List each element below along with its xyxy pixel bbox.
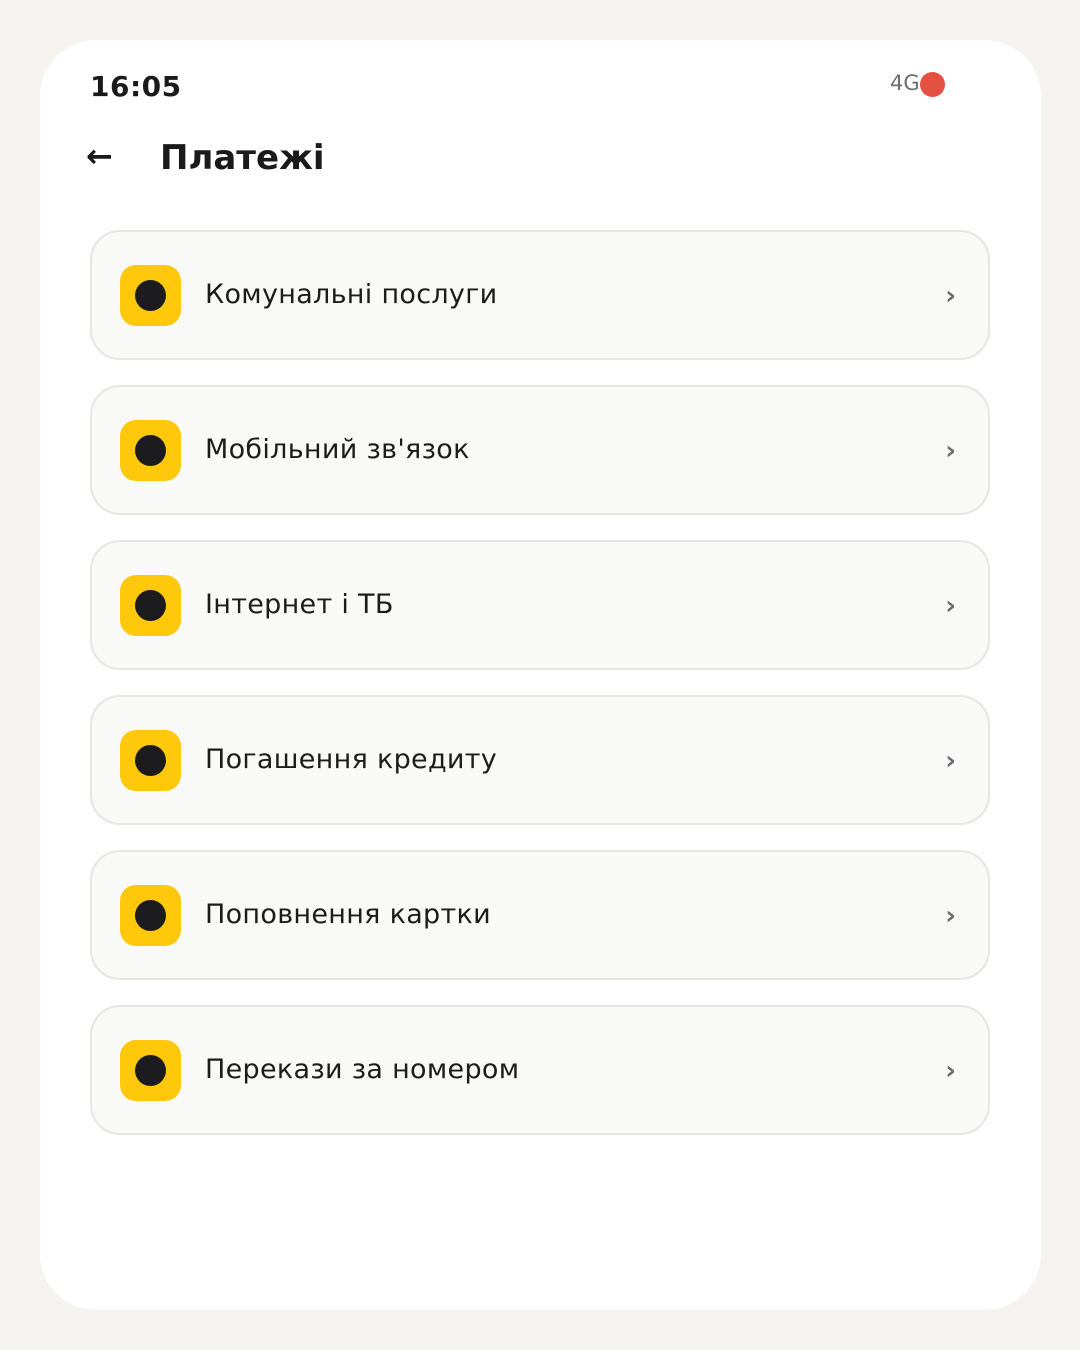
- payment-label: Комунальні послуги: [205, 279, 498, 310]
- network-indicator: 4G: [890, 71, 920, 95]
- circle-icon: [135, 590, 166, 621]
- payment-label: Перекази за номером: [205, 1054, 520, 1085]
- phone-screen: 16:05 4G ← Платежі Комунальні послуги › …: [40, 40, 1041, 1310]
- payment-item-mobile[interactable]: Мобільний зв'язок ›: [90, 385, 990, 515]
- payment-icon: [120, 575, 181, 636]
- payment-item-card-topup[interactable]: Поповнення картки ›: [90, 850, 990, 980]
- circle-icon: [135, 280, 166, 311]
- chevron-right-icon: ›: [945, 901, 956, 931]
- payment-list: Комунальні послуги › Мобільний зв'язок ›…: [90, 230, 990, 1160]
- back-arrow-icon[interactable]: ←: [86, 136, 126, 176]
- payment-label: Поповнення картки: [205, 899, 491, 930]
- circle-icon: [135, 745, 166, 776]
- payment-icon: [120, 1040, 181, 1101]
- recording-dot-icon: [920, 72, 945, 97]
- payment-icon: [120, 885, 181, 946]
- payment-icon: [120, 420, 181, 481]
- status-time: 16:05: [90, 70, 182, 103]
- payment-icon: [120, 265, 181, 326]
- chevron-right-icon: ›: [945, 1056, 956, 1086]
- page-title: Платежі: [160, 138, 325, 178]
- payment-item-internet-tv[interactable]: Інтернет і ТБ ›: [90, 540, 990, 670]
- chevron-right-icon: ›: [945, 746, 956, 776]
- payment-item-loan-repayment[interactable]: Погашення кредиту ›: [90, 695, 990, 825]
- chevron-right-icon: ›: [945, 436, 956, 466]
- payment-icon: [120, 730, 181, 791]
- chevron-right-icon: ›: [945, 591, 956, 621]
- circle-icon: [135, 1055, 166, 1086]
- circle-icon: [135, 900, 166, 931]
- circle-icon: [135, 435, 166, 466]
- payment-label: Інтернет і ТБ: [205, 589, 394, 620]
- chevron-right-icon: ›: [945, 281, 956, 311]
- payment-label: Погашення кредиту: [205, 744, 498, 775]
- payment-item-utilities[interactable]: Комунальні послуги ›: [90, 230, 990, 360]
- payment-label: Мобільний зв'язок: [205, 434, 470, 465]
- payment-item-phone-transfer[interactable]: Перекази за номером ›: [90, 1005, 990, 1135]
